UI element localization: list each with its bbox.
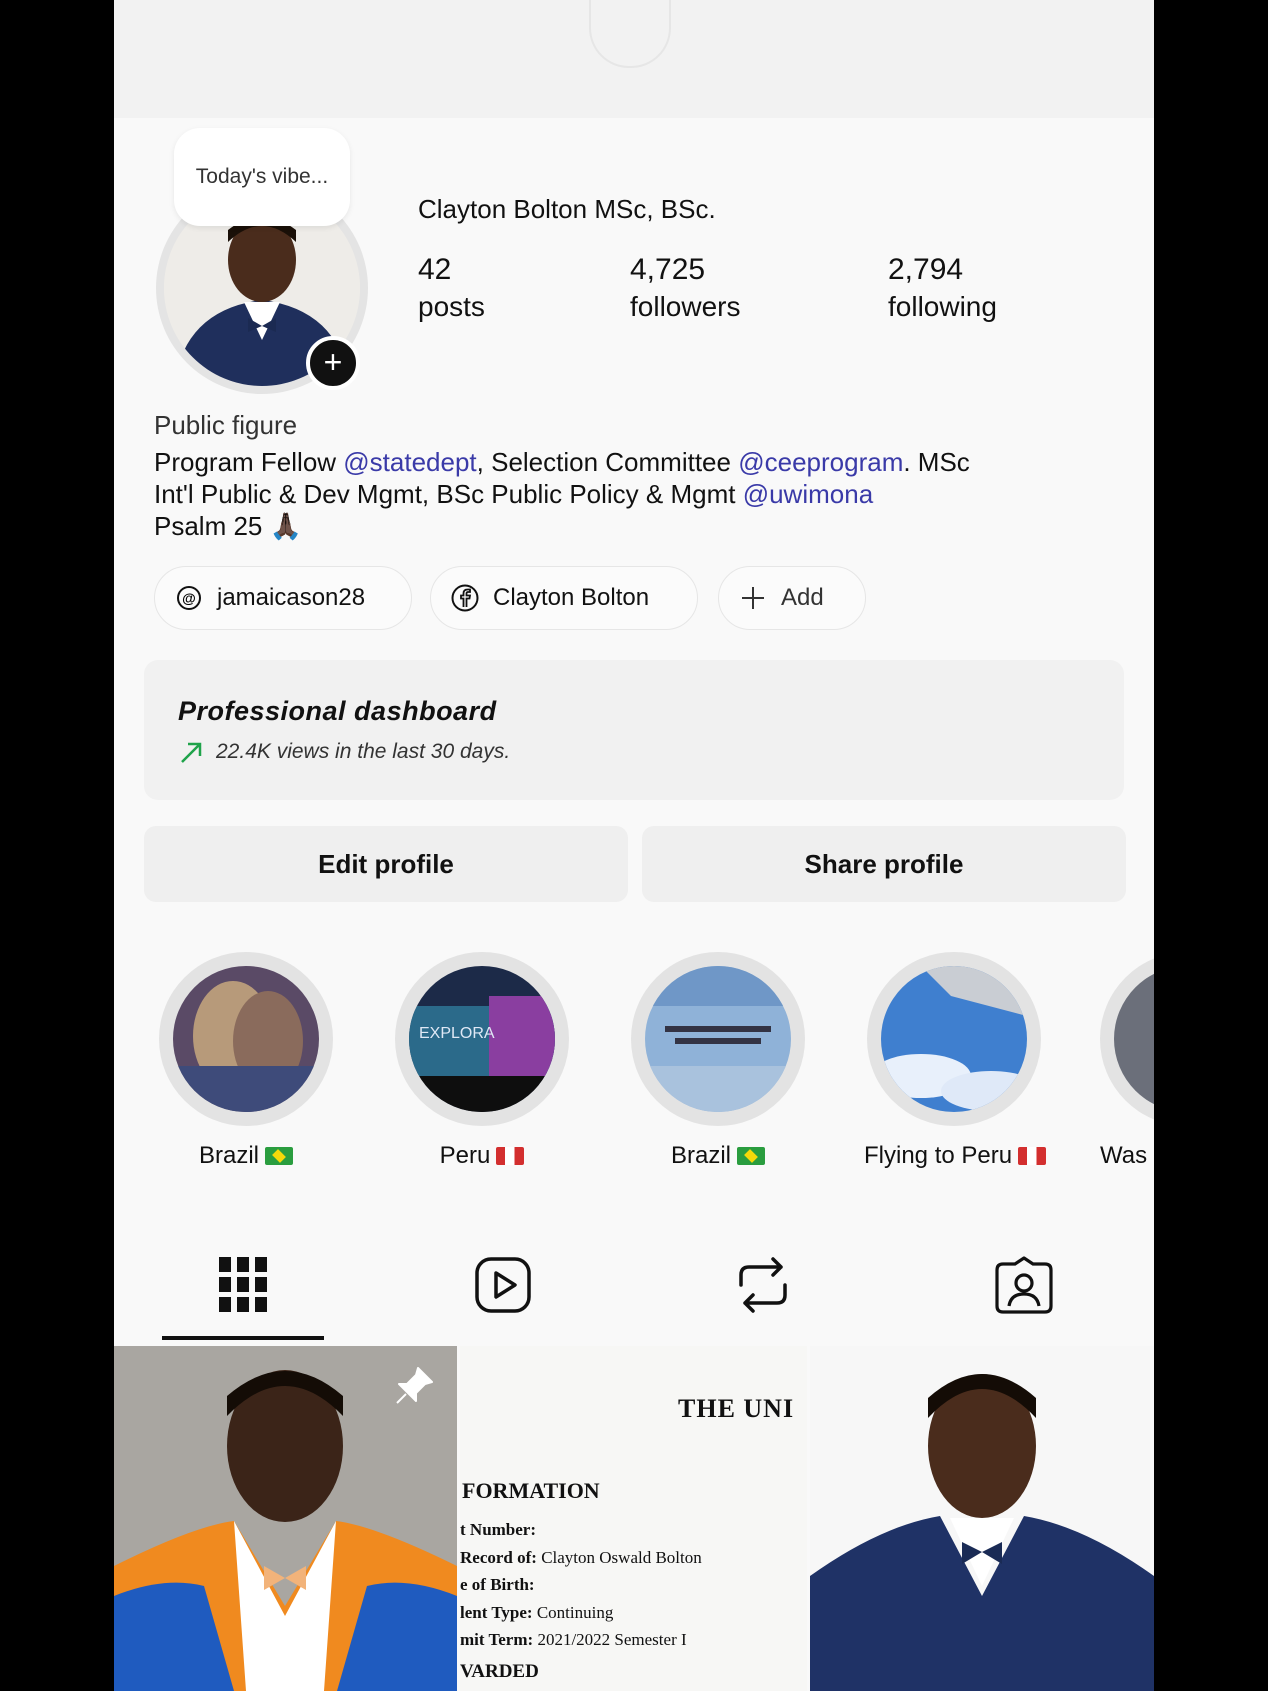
edit-profile-button[interactable]: Edit profile — [144, 826, 628, 902]
highlight-cover — [1114, 966, 1154, 1112]
mention-link[interactable]: @ceeprogram — [738, 447, 903, 477]
tab-reels[interactable] — [443, 1245, 563, 1325]
highlight-label: Brazil — [198, 1142, 259, 1169]
svg-text:@: @ — [182, 590, 196, 606]
doc-value: 2021/2022 Semester I — [537, 1630, 687, 1649]
chip-label: jamaicason28 — [217, 584, 366, 611]
highlight-item[interactable]: Was — [1100, 952, 1154, 1170]
stat-label: posts — [418, 291, 485, 322]
highlight-label: Flying to Peru — [864, 1142, 1013, 1169]
facebook-icon — [451, 584, 479, 612]
tab-reposts[interactable] — [703, 1245, 823, 1325]
pin-icon — [396, 1367, 433, 1404]
doc-field: e of Birth: — [460, 1575, 535, 1594]
dashboard-title: Professional dashboard — [178, 696, 497, 726]
dashboard-subtitle: 22.4K views in the last 30 days. — [216, 740, 511, 763]
chip-label: Clayton Bolton — [493, 584, 650, 611]
highlight-label: Brazil — [670, 1142, 731, 1169]
stat-following[interactable]: 2,794 following — [888, 252, 997, 326]
stat-value: 42 — [418, 253, 452, 286]
doc-value: Clayton Oswald Bolton — [541, 1547, 702, 1567]
highlight-label: Peru — [439, 1142, 491, 1169]
tab-tagged[interactable] — [964, 1245, 1084, 1325]
mention-link[interactable]: @statedept — [343, 447, 476, 477]
stat-value: 2,794 — [888, 253, 964, 286]
doc-field: Record of: — [460, 1547, 537, 1567]
stat-followers[interactable]: 4,725 followers — [630, 252, 740, 326]
highlight-cover — [645, 966, 791, 1112]
highlight-label: Was — [1100, 1142, 1148, 1169]
bio-text: Psalm 25 🙏🏿 — [154, 511, 302, 541]
add-link-chip[interactable]: Add — [718, 566, 866, 630]
plus-icon — [739, 584, 767, 612]
doc-section: FORMATION — [462, 1478, 600, 1503]
highlight-cover — [173, 966, 319, 1112]
highlight-cover: EXPLORA — [409, 966, 555, 1112]
profile-category: Public figure — [154, 410, 298, 440]
highlight-ring — [867, 952, 1041, 1126]
threads-icon: @ — [175, 584, 203, 612]
post-image — [810, 1346, 1154, 1691]
doc-rows: t Number: Record of: Clayton Oswald Bolt… — [460, 1516, 702, 1685]
doc-value: Continuing — [536, 1602, 614, 1622]
stat-value: 4,725 — [630, 253, 706, 286]
highlight-ring — [1100, 952, 1154, 1126]
highlight-ring — [159, 952, 333, 1126]
threads-link-chip[interactable]: @ jamaicason28 — [154, 566, 412, 630]
stat-posts[interactable]: 42 posts — [418, 252, 485, 326]
profile-tabs — [114, 1245, 1154, 1339]
top-bar — [114, 0, 1154, 118]
reposts-icon — [739, 1257, 787, 1313]
doc-field: t Number: — [460, 1520, 537, 1539]
doc-field: mit Term: — [460, 1630, 534, 1649]
reels-icon — [475, 1257, 531, 1313]
note-bubble[interactable]: Today's vibe... — [174, 128, 350, 226]
highlight-item[interactable]: Brazil — [628, 952, 808, 1170]
bio-text: , Selection Committee — [476, 447, 739, 477]
highlight-item[interactable]: Flying to Peru — [864, 952, 1047, 1170]
add-story-button[interactable]: + — [306, 336, 360, 390]
doc-heading: THE UNI — [678, 1394, 795, 1423]
stat-label: following — [888, 291, 997, 322]
profile-name: Clayton Bolton MSc, BSc. — [418, 194, 716, 224]
highlight-ring — [631, 952, 805, 1126]
tagged-icon — [995, 1256, 1053, 1314]
bio-text: Program Fellow — [154, 447, 344, 477]
professional-dashboard[interactable]: Professional dashboard 22.4K views in th… — [144, 660, 1124, 800]
svg-text:EXPLORA: EXPLORA — [419, 1025, 495, 1042]
loading-spinner — [589, 0, 671, 68]
share-profile-button[interactable]: Share profile — [642, 826, 1126, 902]
facebook-link-chip[interactable]: Clayton Bolton — [430, 566, 698, 630]
mention-link[interactable]: @uwimona — [743, 479, 873, 509]
post-tile[interactable]: THE UNI FORMATION t Number: Record of: C… — [460, 1346, 807, 1691]
brazil-flag-icon — [265, 1147, 293, 1165]
grid-icon — [219, 1257, 267, 1312]
peru-flag-icon — [496, 1147, 525, 1165]
trend-up-icon — [181, 742, 202, 763]
profile-bio: Program Fellow @statedept, Selection Com… — [154, 446, 1114, 542]
tab-grid[interactable] — [183, 1245, 303, 1325]
post-tile[interactable] — [114, 1346, 457, 1691]
highlight-ring: EXPLORA — [395, 952, 569, 1126]
post-tile[interactable] — [810, 1346, 1154, 1691]
doc-field: VARDED — [460, 1660, 539, 1682]
stat-label: followers — [630, 291, 741, 322]
highlight-item[interactable]: EXPLORA Peru — [392, 952, 572, 1170]
highlight-cover — [881, 966, 1027, 1112]
chip-label: Add — [781, 584, 824, 611]
bio-text: . MSc — [903, 447, 970, 477]
highlight-item[interactable]: Brazil — [156, 952, 336, 1170]
doc-field: lent Type: — [460, 1602, 533, 1622]
active-tab-indicator — [162, 1336, 324, 1340]
bio-text: Int'l Public & Dev Mgmt, BSc Public Poli… — [154, 479, 743, 509]
profile-screen: Today's vibe... + Clayton Bolton MSc, BS… — [114, 0, 1154, 1691]
brazil-flag-icon — [737, 1147, 765, 1165]
peru-flag-icon — [1018, 1147, 1047, 1165]
